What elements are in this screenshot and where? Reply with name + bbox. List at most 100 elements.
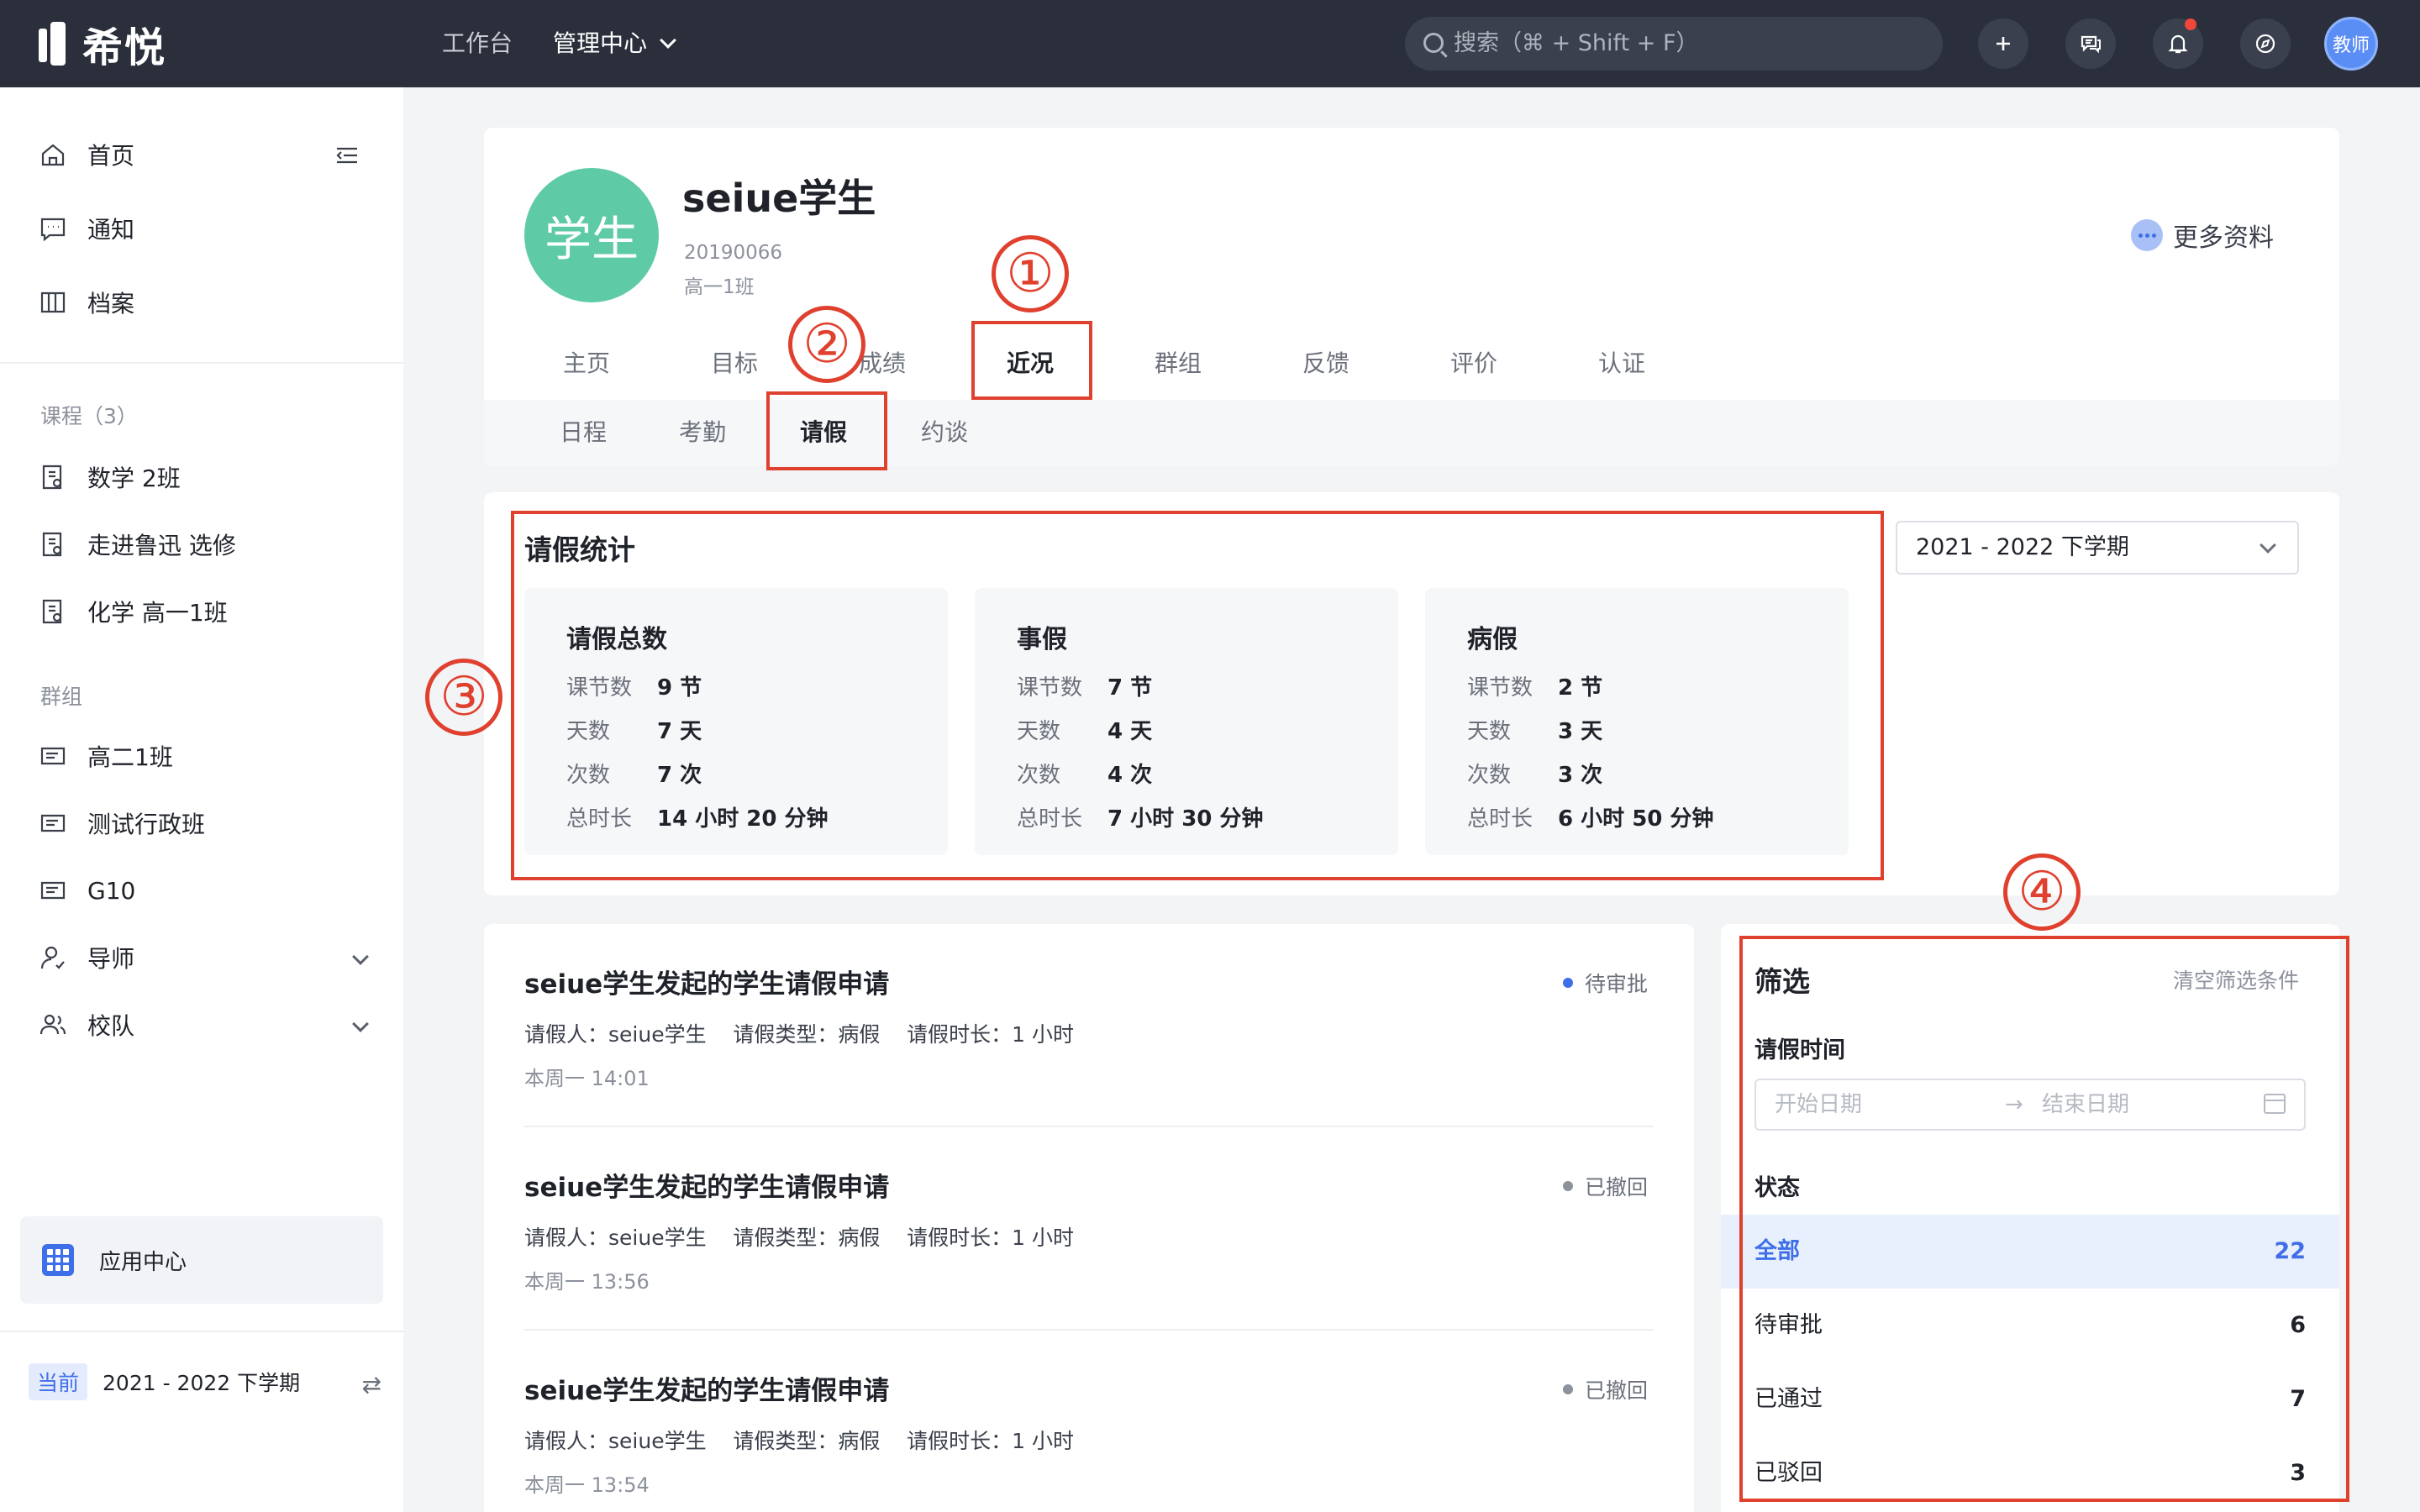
student-avatar: 学生 [524, 168, 659, 302]
subtab-meeting[interactable]: 约谈 [921, 412, 968, 454]
more-info-label: 更多资料 [2173, 223, 2274, 253]
compass-icon [2255, 34, 2275, 54]
user-avatar[interactable]: 教师 [2324, 17, 2378, 71]
collapse-icon [336, 147, 357, 164]
notifications-button[interactable] [2153, 18, 2203, 69]
add-button[interactable] [1978, 18, 2028, 69]
chat-icon [2081, 35, 2101, 54]
courses-section-title: 课程（3） [40, 404, 138, 428]
chevron-down-icon [660, 32, 676, 49]
status-badge: 已撤回 [1563, 1374, 1648, 1404]
sidebar-item-course-math[interactable]: 数学 2班 [39, 452, 366, 502]
sidebar-item-group-test[interactable]: 测试行政班 [39, 798, 366, 848]
status-label: 待审批 [1585, 972, 1649, 996]
more-info-button[interactable]: 更多资料 [2131, 218, 2274, 253]
archive-icon [40, 291, 66, 313]
sidebar-divider [0, 1331, 403, 1332]
leave-request-time: 本周一 14:01 [524, 1067, 650, 1090]
group-icon [40, 881, 66, 900]
current-term-switch[interactable]: 当前 2021 - 2022 下学期 ⇄ [29, 1361, 381, 1403]
top-bar: 希悦 工作台 管理中心 搜索（⌘ + Shift + F） 教师 [0, 0, 2420, 87]
sidebar-item-group-g10[interactable]: G10 [39, 865, 366, 916]
sidebar-item-label: 化学 高一1班 [87, 599, 228, 627]
tab-goals[interactable]: 目标 [711, 343, 758, 385]
sidebar: 首页 通知 档案 课程（3） 数学 2班 走进鲁迅 选修 化学 高一1班 群组 … [0, 87, 403, 1512]
tab-evaluation[interactable]: 评价 [1450, 343, 1497, 385]
sidebar-item-label: 通知 [87, 216, 135, 244]
tab-feedback[interactable]: 反馈 [1302, 343, 1349, 385]
message-icon [40, 218, 66, 242]
sidebar-item-label: 首页 [87, 142, 135, 170]
search-icon [1423, 33, 1444, 53]
status-dot [1563, 978, 1573, 988]
sidebar-item-course-chem[interactable]: 化学 高一1班 [39, 586, 366, 637]
search-placeholder: 搜索（⌘ + Shift + F） [1454, 30, 1699, 56]
sidebar-item-label: 数学 2班 [87, 465, 181, 492]
messages-button[interactable] [2065, 18, 2116, 69]
tab-home[interactable]: 主页 [563, 343, 610, 385]
app-center-button[interactable]: 应用中心 [20, 1216, 383, 1304]
leave-list-card [484, 924, 1694, 1512]
bell-icon [2168, 34, 2188, 54]
global-search[interactable]: 搜索（⌘ + Shift + F） [1405, 17, 1943, 71]
logo[interactable]: 希悦 [39, 20, 166, 71]
sidebar-item-label: 导师 [87, 945, 135, 973]
course-icon [42, 599, 62, 624]
leave-request-meta: 请假人：seiue学生 请假类型：病假 请假时长：1 小时 [524, 1429, 1075, 1453]
list-divider [524, 1126, 1654, 1127]
leave-request-time: 本周一 13:56 [524, 1270, 650, 1294]
group-icon [40, 747, 66, 765]
sidebar-item-label: 档案 [87, 290, 135, 318]
tab-groups[interactable]: 群组 [1155, 343, 1202, 385]
annotation-label: ① [1006, 243, 1055, 305]
annotation-box-2 [766, 391, 887, 470]
status-badge: 待审批 [1563, 968, 1648, 998]
leave-request-title: seiue学生发起的学生请假申请 [524, 969, 890, 1000]
list-divider [524, 1329, 1654, 1331]
nav-workbench[interactable]: 工作台 [442, 25, 513, 62]
leave-request-title: seiue学生发起的学生请假申请 [524, 1376, 890, 1406]
collapse-sidebar-button[interactable] [334, 143, 360, 171]
logo-text: 希悦 [82, 24, 167, 71]
current-term-tag: 当前 [29, 1363, 88, 1400]
annotation-box-4 [1739, 936, 2349, 1502]
plus-icon [1996, 37, 2010, 50]
sidebar-item-notice[interactable]: 通知 [39, 203, 366, 254]
tab-certification[interactable]: 认证 [1598, 343, 1645, 385]
leave-request-meta: 请假人：seiue学生 请假类型：病假 请假时长：1 小时 [524, 1226, 1075, 1250]
status-label: 已撤回 [1585, 1378, 1649, 1403]
term-select[interactable]: 2021 - 2022 下学期 [1896, 521, 2299, 575]
status-dot [1563, 1181, 1573, 1191]
sidebar-item-label: G10 [87, 876, 136, 905]
status-label: 已撤回 [1585, 1175, 1649, 1200]
subtab-schedule[interactable]: 日程 [560, 412, 607, 454]
sidebar-item-archive[interactable]: 档案 [39, 277, 366, 328]
app-switch-button[interactable] [2240, 18, 2291, 69]
course-icon [42, 532, 62, 557]
sidebar-item-label: 校队 [87, 1012, 135, 1040]
chevron-down-icon [352, 1016, 369, 1032]
logo-mark-icon [39, 22, 72, 66]
sidebar-item-home[interactable]: 首页 [39, 129, 366, 180]
leave-request-title: seiue学生发起的学生请假申请 [524, 1173, 890, 1203]
sidebar-item-group-g2-1[interactable]: 高二1班 [39, 731, 366, 781]
sidebar-item-team[interactable]: 校队 [39, 1000, 369, 1050]
nav-admin-center[interactable]: 管理中心 [553, 25, 676, 62]
sidebar-item-course-luxun[interactable]: 走进鲁迅 选修 [39, 519, 366, 570]
status-dot [1563, 1384, 1573, 1394]
sidebar-item-label: 测试行政班 [87, 811, 206, 838]
subtab-attendance[interactable]: 考勤 [679, 412, 726, 454]
team-icon [39, 1014, 66, 1035]
person-icon [40, 946, 65, 969]
student-class: 高一1班 [684, 276, 755, 298]
more-dots-icon [2131, 219, 2163, 251]
chevron-down-icon [352, 948, 369, 965]
home-icon [41, 144, 65, 166]
annotation-box-1 [971, 321, 1092, 400]
app-grid-icon [42, 1244, 74, 1276]
notification-dot [2185, 18, 2196, 30]
group-icon [40, 814, 66, 832]
nav-admin-center-label: 管理中心 [553, 29, 648, 57]
sidebar-item-mentor[interactable]: 导师 [39, 932, 369, 983]
swap-icon: ⇄ [361, 1371, 381, 1399]
